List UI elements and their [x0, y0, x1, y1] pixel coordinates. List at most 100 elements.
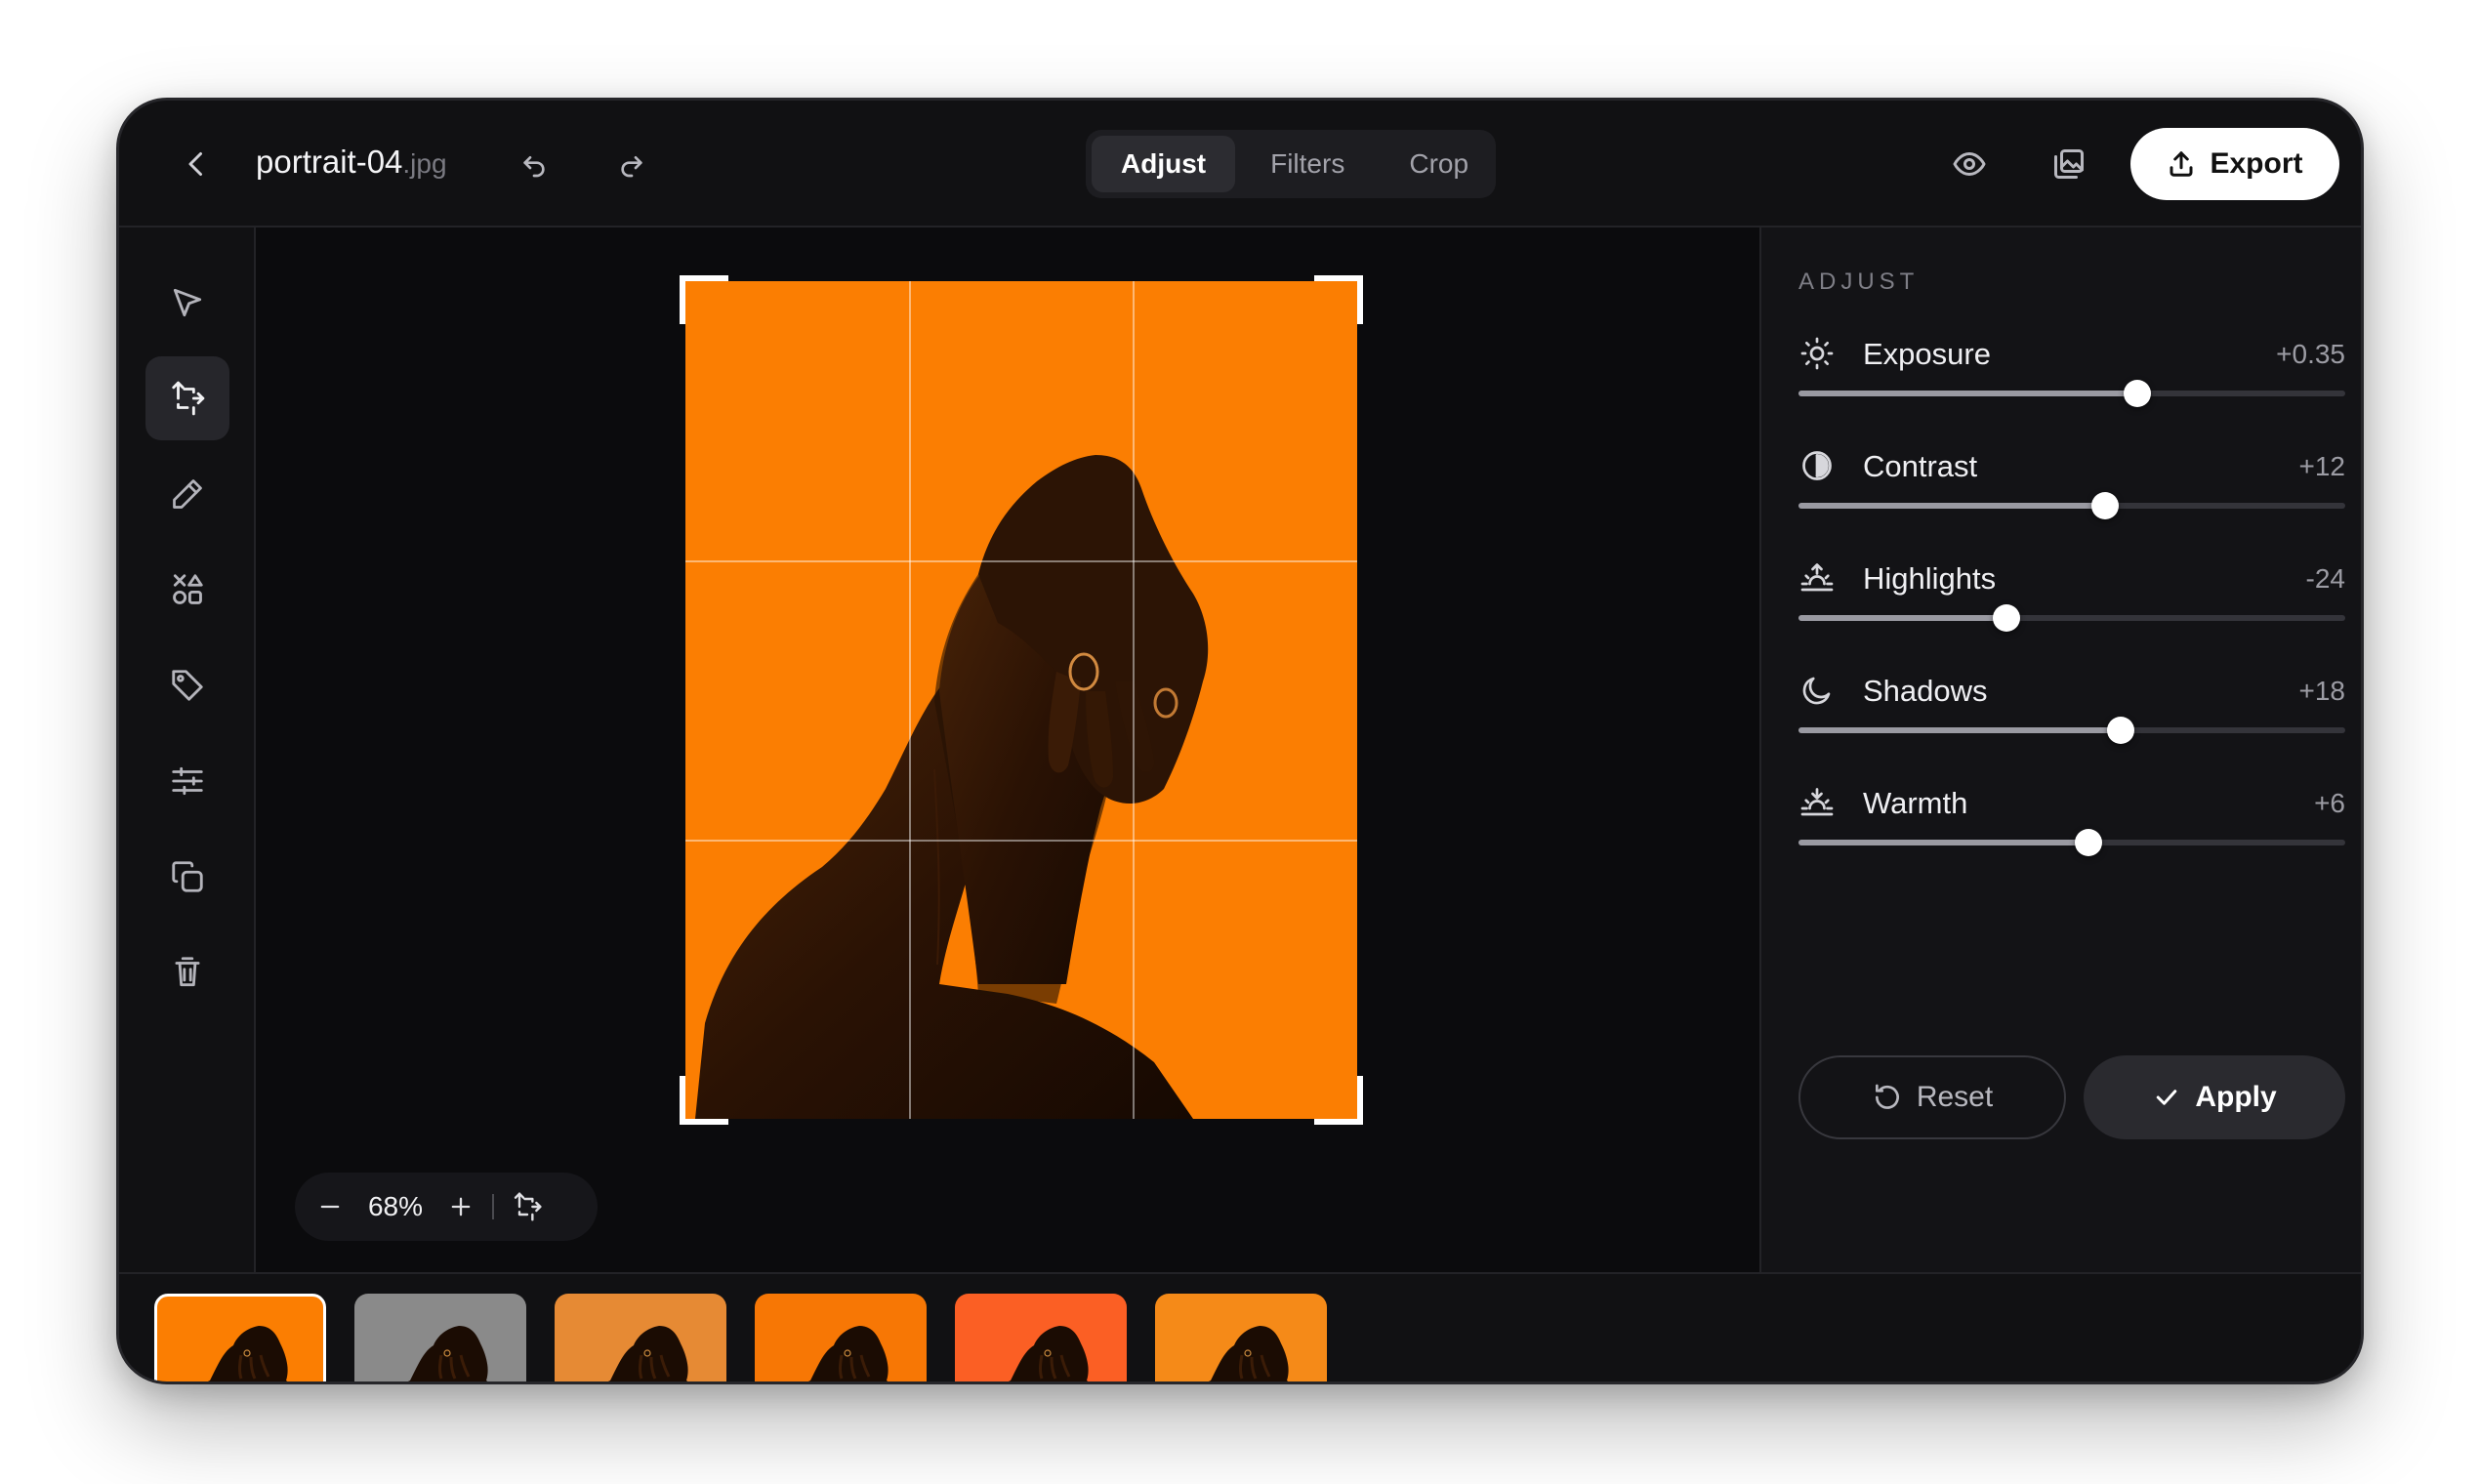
adjustment-label: Shadows: [1863, 674, 1988, 708]
adjustment-highlights: Highlights -24: [1798, 559, 2345, 647]
fit-crop-button[interactable]: [512, 1191, 543, 1222]
zoom-in-button[interactable]: [447, 1193, 475, 1220]
mode-tabs: Adjust Filters Crop: [1086, 130, 1496, 198]
redo-button[interactable]: [607, 140, 656, 188]
filter-noir[interactable]: Noir: [354, 1274, 530, 1381]
contrast-icon: [1798, 447, 1836, 484]
adjustment-value: -24: [2305, 563, 2345, 594]
filter-filmstrip: OriginalNoirFadeBloomCoolDusk: [119, 1272, 2361, 1381]
adjust-panel: ADJUST Exposure +0.35 Contrast +12 Highl…: [1759, 227, 2361, 1272]
back-button[interactable]: [172, 140, 221, 188]
tag-icon: [172, 670, 203, 701]
crop-grid-line: [1133, 281, 1135, 1119]
filter-thumbnail: [154, 1294, 326, 1381]
file-extension: .jpg: [402, 148, 447, 179]
filter-dusk[interactable]: Dusk: [1155, 1274, 1331, 1381]
top-bar: portrait-04.jpg Adjust Filters Crop Expo…: [119, 101, 2361, 227]
portrait-figure: [695, 455, 1209, 1119]
select-tool[interactable]: [145, 261, 229, 345]
crop-tool[interactable]: [145, 356, 229, 440]
photo-preview: [685, 281, 1357, 1119]
crop-handle-bottom-right[interactable]: [1314, 1076, 1363, 1125]
adjustment-value: +18: [2298, 676, 2346, 706]
delete-tool[interactable]: [145, 930, 229, 1014]
images-icon: [2054, 149, 2084, 179]
adjustment-value: +6: [2314, 788, 2345, 818]
pencil-icon: [173, 479, 202, 509]
filter-cool[interactable]: Cool: [955, 1274, 1131, 1381]
export-button[interactable]: Export: [2130, 128, 2339, 200]
tab-crop[interactable]: Crop: [1380, 136, 1498, 192]
tool-sidebar: [119, 227, 256, 1272]
file-name-base: portrait-04: [256, 144, 403, 180]
apply-button[interactable]: Apply: [2084, 1055, 2345, 1139]
filter-thumbnail: [1155, 1294, 1327, 1381]
shapes-tool[interactable]: [145, 548, 229, 632]
brush-tool[interactable]: [145, 452, 229, 536]
chevron-left-icon: [188, 152, 202, 176]
gallery-button[interactable]: [2045, 140, 2093, 188]
highlights-slider[interactable]: [1798, 604, 2345, 632]
editor-window: portrait-04.jpg Adjust Filters Crop Expo…: [116, 98, 2364, 1384]
duplicate-tool[interactable]: [145, 835, 229, 919]
crop-handle-bottom-left[interactable]: [680, 1076, 728, 1125]
slider-thumb[interactable]: [2074, 829, 2102, 856]
tab-adjust[interactable]: Adjust: [1092, 136, 1236, 192]
crop-grid-line: [685, 840, 1357, 842]
tag-tool[interactable]: [145, 643, 229, 727]
crop-grid-line: [909, 281, 911, 1119]
filter-fade[interactable]: Fade: [555, 1274, 730, 1381]
preview-button[interactable]: [1945, 140, 1994, 188]
undo-button[interactable]: [510, 140, 558, 188]
file-name: portrait-04.jpg: [256, 144, 447, 181]
reset-button[interactable]: Reset: [1798, 1055, 2066, 1139]
tab-filters[interactable]: Filters: [1241, 136, 1374, 192]
trash-icon: [175, 957, 200, 987]
slider-thumb[interactable]: [2124, 380, 2152, 407]
check-icon: [2157, 1090, 2177, 1105]
sunset-icon: [1798, 784, 1836, 821]
filter-bloom[interactable]: Bloom: [755, 1274, 930, 1381]
undo-icon: [523, 156, 545, 178]
slider-thumb[interactable]: [2107, 717, 2135, 744]
sun-icon: [1798, 335, 1836, 372]
slider-thumb[interactable]: [1992, 604, 2020, 632]
redo-icon: [621, 156, 642, 178]
adjustment-value: +12: [2298, 451, 2346, 481]
shadows-slider[interactable]: [1798, 717, 2345, 744]
adjustment-shadows: Shadows +18: [1798, 672, 2345, 760]
sliders-icon: [172, 766, 203, 796]
reset-icon: [1875, 1084, 1899, 1109]
adjustment-label: Contrast: [1863, 449, 1978, 483]
cursor-icon: [173, 288, 202, 317]
zoom-out-button[interactable]: [316, 1193, 344, 1220]
minus-icon: [320, 1205, 340, 1209]
slider-fill: [1798, 503, 2105, 509]
export-label: Export: [2210, 147, 2303, 180]
crop-handle-top-right[interactable]: [1314, 275, 1363, 324]
filter-thumbnail: [555, 1294, 726, 1381]
adjustment-exposure: Exposure +0.35: [1798, 335, 2345, 423]
filter-thumbnail: [755, 1294, 927, 1381]
image-canvas[interactable]: 68%: [256, 227, 1759, 1272]
reset-label: Reset: [1916, 1081, 1994, 1113]
crop-grid-line: [685, 560, 1357, 562]
filter-original[interactable]: Original: [154, 1274, 330, 1381]
adjustment-contrast: Contrast +12: [1798, 447, 2345, 535]
exposure-slider[interactable]: [1798, 380, 2345, 407]
slider-fill: [1798, 615, 2006, 621]
slider-fill: [1798, 391, 2138, 396]
sliders-tool[interactable]: [145, 739, 229, 823]
apply-label: Apply: [2195, 1081, 2277, 1113]
contrast-slider[interactable]: [1798, 492, 2345, 519]
warmth-slider[interactable]: [1798, 829, 2345, 856]
shapes-icon: [173, 574, 203, 604]
filter-thumbnail: [955, 1294, 1127, 1381]
crop-rotate-icon: [172, 381, 205, 416]
filter-thumbnail: [354, 1294, 526, 1381]
plus-icon: [451, 1197, 471, 1216]
copy-icon: [172, 861, 203, 892]
slider-thumb[interactable]: [2090, 492, 2119, 519]
slider-fill: [1798, 840, 2088, 845]
crop-handle-top-left[interactable]: [680, 275, 728, 324]
